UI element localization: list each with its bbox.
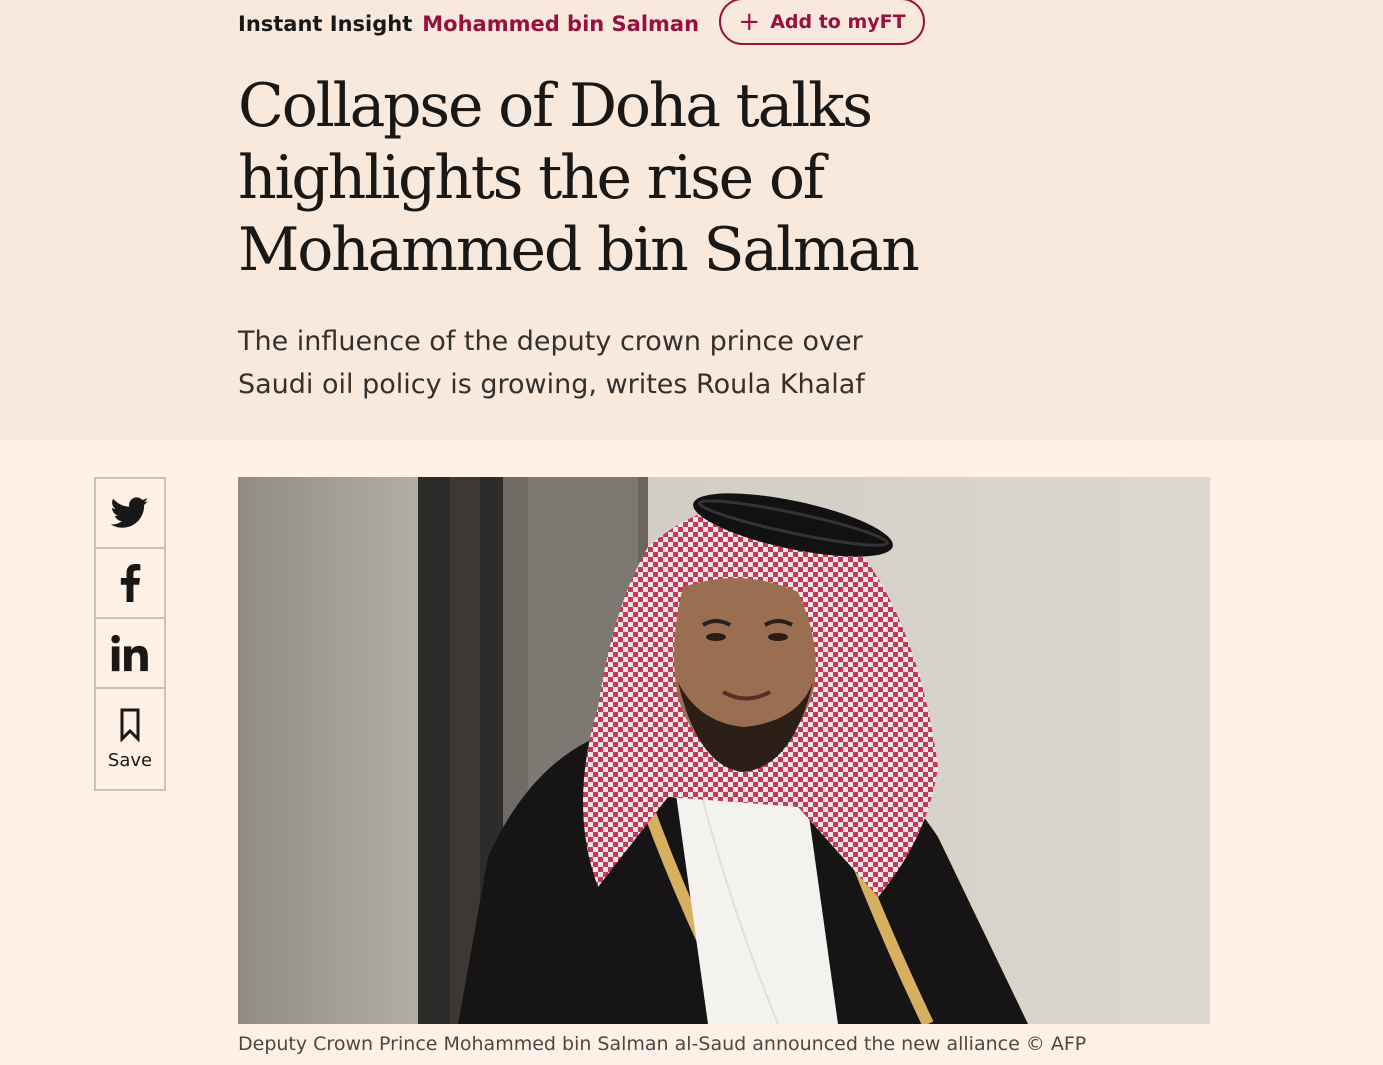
- article-headline: Collapse of Doha talks highlights the ri…: [238, 71, 920, 285]
- plus-icon: +: [738, 6, 761, 37]
- article-main-image: [238, 477, 1210, 1024]
- twitter-icon: [111, 497, 149, 528]
- article-page: Instant Insight Mohammed bin Salman + Ad…: [0, 0, 1383, 1065]
- portrait-photo: [238, 477, 1210, 1024]
- add-to-myft-button[interactable]: + Add to myFT: [719, 0, 925, 45]
- share-twitter-button[interactable]: [94, 477, 166, 549]
- image-caption: Deputy Crown Prince Mohammed bin Salman …: [238, 1033, 1087, 1055]
- facebook-icon: [120, 564, 141, 602]
- save-article-button[interactable]: Save: [94, 687, 166, 791]
- bookmark-icon: [120, 708, 140, 742]
- topic-prefix: Instant Insight: [238, 12, 413, 36]
- topic-row: Instant Insight Mohammed bin Salman: [238, 0, 699, 48]
- save-label: Save: [107, 749, 153, 771]
- article-header: Instant Insight Mohammed bin Salman + Ad…: [0, 0, 1383, 440]
- share-linkedin-button[interactable]: [94, 617, 166, 689]
- share-bar: Save: [94, 477, 166, 791]
- linkedin-icon: [111, 634, 148, 672]
- article-standfirst: The influence of the deputy crown prince…: [238, 326, 865, 400]
- share-facebook-button[interactable]: [94, 547, 166, 619]
- add-to-myft-label: Add to myFT: [770, 10, 906, 33]
- topic-link[interactable]: Mohammed bin Salman: [422, 12, 699, 36]
